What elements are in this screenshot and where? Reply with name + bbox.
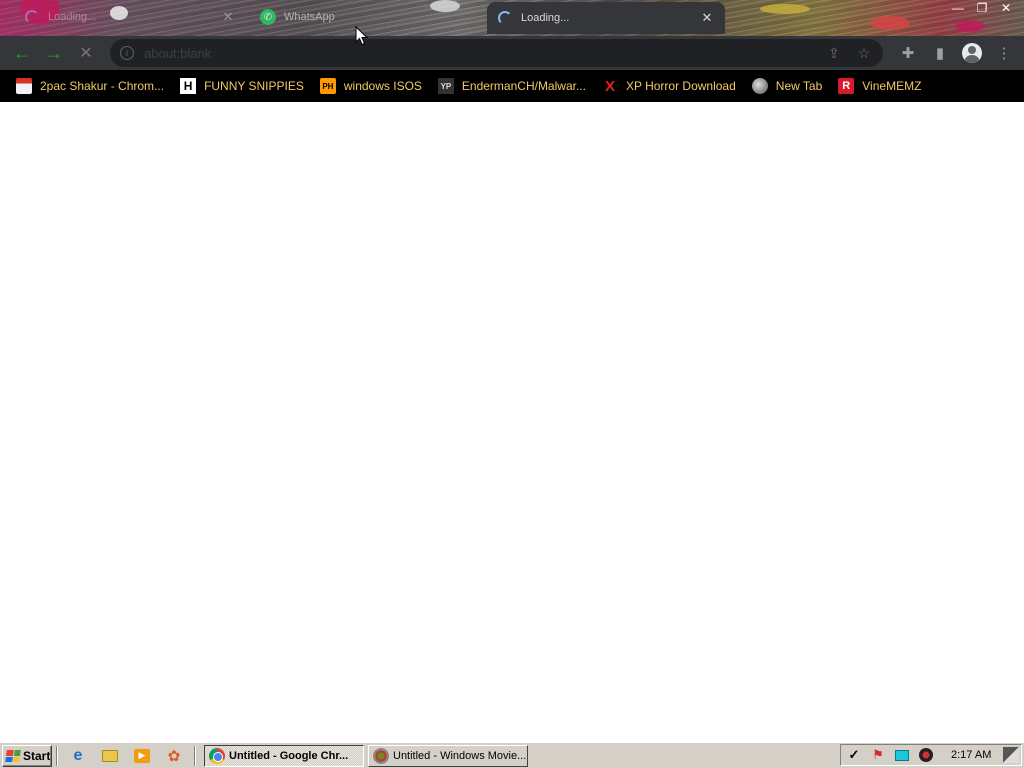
spinner-icon xyxy=(24,9,40,25)
r-icon: R xyxy=(838,78,855,94)
chrome-icon xyxy=(209,747,225,764)
bookmark-label: EndermanCH/Malwar... xyxy=(461,79,586,93)
tab-loading-background[interactable]: Loading... ✕ xyxy=(14,3,246,31)
extensions-icon[interactable]: ✚ xyxy=(892,37,924,69)
browser-toolbar: ← → ✕ i ⇪ ☆ ✚ ▮ ⋮ xyxy=(0,36,1024,70)
tab-title: WhatsApp xyxy=(284,11,335,23)
whatsapp-icon: ✆ xyxy=(260,9,276,25)
bookmark-2pac-shakur[interactable]: 2pac Shakur - Chrom... xyxy=(10,73,170,99)
bookmark-star-icon[interactable]: ☆ xyxy=(851,40,877,66)
profile-button[interactable] xyxy=(956,37,988,69)
stop-loading-button[interactable]: ✕ xyxy=(70,38,102,68)
bookmark-label: FUNNY SNIPPIES xyxy=(204,79,304,93)
bookmark-endermanch[interactable]: YP EndermanCH/Malwar... xyxy=(432,73,592,99)
media-player-icon[interactable]: ▶ xyxy=(131,745,153,767)
side-panel-icon[interactable]: ▮ xyxy=(924,37,956,69)
bookmark-funny-snippies[interactable]: H FUNNY SNIPPIES xyxy=(174,73,310,99)
bookmark-label: windows ISOS xyxy=(343,79,422,93)
start-button[interactable]: Start xyxy=(2,744,52,767)
tab-strip: Loading... ✕ ✆ WhatsApp Loading... ✕ — ❐… xyxy=(0,0,1024,36)
close-tab-icon[interactable]: ✕ xyxy=(699,10,715,26)
bookmark-windows-isos[interactable]: PH windows ISOS xyxy=(314,73,428,99)
omnibox-actions: ⇪ ☆ xyxy=(821,39,877,67)
show-desktop-icon[interactable] xyxy=(1003,747,1019,763)
toolbar-right-actions: ✚ ▮ ⋮ xyxy=(892,36,1020,70)
paint-icon[interactable]: ✿ xyxy=(163,745,185,767)
x-icon: X xyxy=(604,77,615,95)
folder-icon[interactable] xyxy=(99,745,121,767)
clock[interactable]: 2:17 AM xyxy=(951,749,991,761)
window-controls: — ❐ ✕ xyxy=(946,0,1018,18)
page-content-blank[interactable] xyxy=(0,102,1024,742)
tab-title: Loading... xyxy=(48,11,97,23)
bookmark-label: 2pac Shakur - Chrom... xyxy=(40,79,165,93)
ph-icon: PH xyxy=(319,78,336,94)
tab-loading-active[interactable]: Loading... ✕ xyxy=(487,2,725,34)
checkmark-tray-icon[interactable]: ✓ xyxy=(845,746,863,764)
avatar-icon xyxy=(962,43,982,63)
share-icon[interactable]: ⇪ xyxy=(821,40,847,66)
new-tab-icon xyxy=(751,78,768,94)
splatter-decoration xyxy=(760,4,810,14)
close-tab-icon[interactable]: ✕ xyxy=(220,9,236,25)
tab-title: Loading... xyxy=(521,12,570,24)
bookmark-new-tab[interactable]: New Tab xyxy=(746,73,828,99)
address-bar-input[interactable] xyxy=(144,45,784,61)
bookmark-xp-horror-download[interactable]: X XP Horror Download xyxy=(596,73,742,99)
task-label: Untitled - Windows Movie... xyxy=(393,749,527,762)
yp-icon: YP xyxy=(437,78,454,94)
task-label: Untitled - Google Chr... xyxy=(229,749,349,762)
bookmarks-bar: 2pac Shakur - Chrom... H FUNNY SNIPPIES … xyxy=(0,70,1024,102)
taskbar-item-google-chrome[interactable]: Untitled - Google Chr... xyxy=(204,744,364,767)
maximize-button[interactable]: ❐ xyxy=(970,0,994,18)
spinner-icon xyxy=(497,10,513,26)
bookmark-label: VineMEMZ xyxy=(862,79,922,93)
start-label: Start xyxy=(23,748,51,763)
taskbar-separator xyxy=(56,745,58,766)
back-button[interactable]: ← xyxy=(6,38,38,68)
minimize-button[interactable]: — xyxy=(946,0,970,18)
mouse-cursor-icon xyxy=(355,26,369,46)
close-window-button[interactable]: ✕ xyxy=(994,0,1018,18)
splatter-decoration xyxy=(870,16,910,30)
bookmark-label: New Tab xyxy=(775,79,823,93)
system-tray: ✓ ⚑ 2:17 AM xyxy=(840,744,1022,766)
forward-button[interactable]: → xyxy=(38,38,70,68)
flag-tray-icon[interactable]: ⚑ xyxy=(869,746,887,764)
omnibox[interactable]: i ⇪ ☆ xyxy=(110,39,883,67)
network-tray-icon[interactable] xyxy=(893,746,911,764)
movie-maker-icon xyxy=(373,747,389,764)
info-icon[interactable]: i xyxy=(120,46,134,60)
taskbar: Start e ▶ ✿ Untitled - Google Chr... Unt… xyxy=(0,742,1024,768)
taskbar-separator xyxy=(194,745,196,766)
chrome-web-store-icon xyxy=(16,78,32,94)
menu-icon[interactable]: ⋮ xyxy=(988,37,1020,69)
splatter-decoration xyxy=(955,20,985,32)
record-tray-icon[interactable] xyxy=(917,746,935,764)
bookmark-vinememz[interactable]: R VineMEMZ xyxy=(832,73,927,99)
windows-flag-icon xyxy=(5,749,21,762)
h-icon: H xyxy=(180,78,197,94)
taskbar-item-windows-movie-maker[interactable]: Untitled - Windows Movie... xyxy=(368,744,528,767)
internet-explorer-icon[interactable]: e xyxy=(67,745,89,767)
bookmark-label: XP Horror Download xyxy=(625,79,736,93)
